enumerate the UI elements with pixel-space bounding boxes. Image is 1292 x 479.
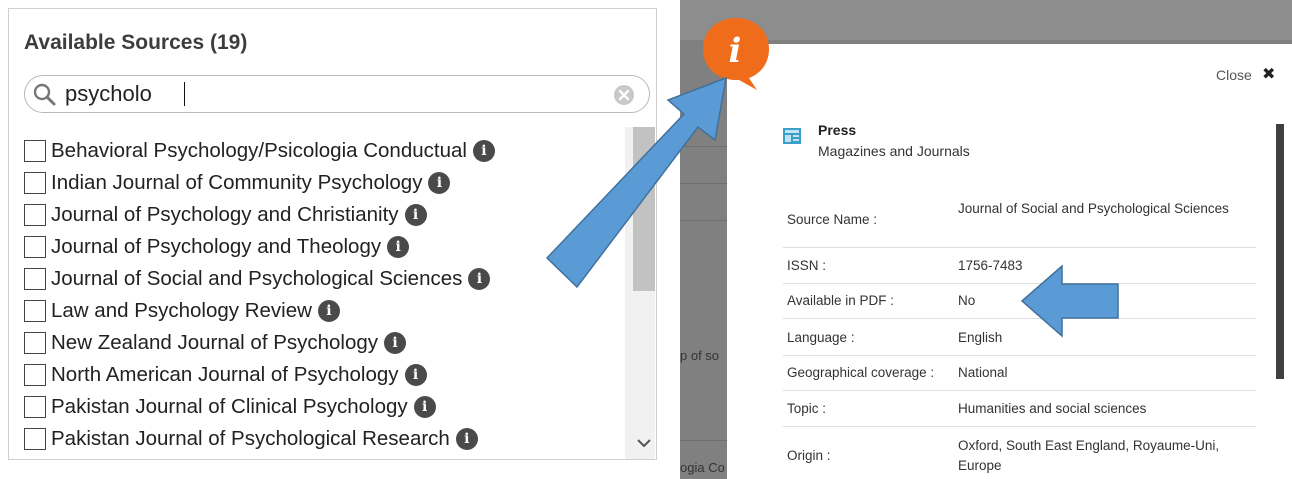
row-divider [783, 426, 1256, 427]
available-sources-panel: Available Sources (19) psycholo Behavior… [8, 8, 657, 460]
row-divider [783, 247, 1256, 248]
background-text: ogia Co [680, 460, 725, 475]
source-list: Behavioral Psychology/Psicologia Conduct… [24, 135, 624, 455]
info-icon[interactable]: i [404, 364, 427, 386]
info-icon[interactable]: i [472, 140, 495, 162]
search-icon [33, 83, 56, 106]
item-label: Journal of Social and Psychological Scie… [51, 267, 463, 290]
item-label: Law and Psychology Review [51, 299, 312, 322]
checkbox[interactable] [24, 140, 46, 162]
item-label: Pakistan Journal of Psychological Resear… [51, 427, 450, 450]
list-item[interactable]: Journal of Psychology and Theology i [24, 231, 624, 263]
list-item[interactable]: Indian Journal of Community Psychology i [24, 167, 624, 199]
origin-value: Oxford, South East England, Royaume-Uni,… [958, 438, 1220, 473]
clear-icon[interactable] [613, 84, 635, 106]
list-item[interactable]: Journal of Social and Psychological Scie… [24, 263, 624, 295]
background-text: p of so [680, 348, 720, 363]
info-icon[interactable]: i [387, 236, 410, 258]
coverage-label: Geographical coverage : [787, 365, 935, 380]
checkbox[interactable] [24, 364, 46, 386]
search-input[interactable]: psycholo [24, 75, 650, 113]
list-item[interactable]: Pakistan Journal of Psychological Resear… [24, 423, 624, 455]
text-caret [184, 82, 185, 106]
info-icon[interactable]: i [468, 268, 491, 290]
close-button-label[interactable]: Close [1216, 67, 1252, 83]
source-name-label: Source Name : [787, 212, 878, 227]
item-label: New Zealand Journal of Psychology [51, 331, 379, 354]
checkbox[interactable] [24, 236, 46, 258]
pdf-value: No [958, 293, 976, 308]
issn-label: ISSN : [787, 258, 827, 273]
list-item[interactable]: Journal of Psychology and Christianity i [24, 199, 624, 231]
newspaper-icon [783, 128, 801, 144]
checkbox[interactable] [24, 300, 46, 322]
bubble-glyph: i [729, 31, 742, 71]
press-title: Press [818, 122, 857, 138]
checkbox[interactable] [24, 172, 46, 194]
list-item[interactable]: Law and Psychology Review i [24, 295, 624, 327]
list-scrollbar[interactable] [625, 127, 655, 459]
row-divider [783, 390, 1256, 391]
language-label: Language : [787, 330, 855, 345]
item-label: North American Journal of Psychology [51, 363, 399, 386]
checkbox[interactable] [24, 332, 46, 354]
list-item[interactable]: Behavioral Psychology/Psicologia Conduct… [24, 135, 624, 167]
info-icon[interactable]: i [317, 300, 340, 322]
press-subtitle: Magazines and Journals [818, 143, 970, 159]
item-label: Journal of Psychology and Christianity [51, 203, 399, 226]
checkbox[interactable] [24, 204, 46, 226]
search-value[interactable]: psycholo [65, 82, 152, 106]
list-item[interactable]: Pakistan Journal of Clinical Psychology … [24, 391, 624, 423]
info-icon[interactable]: i [428, 172, 451, 194]
info-icon[interactable]: i [384, 332, 407, 354]
info-icon[interactable]: i [455, 428, 478, 450]
pdf-label: Available in PDF : [787, 293, 895, 308]
info-bubble-icon: i [703, 18, 769, 90]
issn-value: 1756-7483 [958, 258, 1023, 273]
row-divider [783, 318, 1256, 319]
item-label: Indian Journal of Community Psychology [51, 171, 423, 194]
scroll-thumb[interactable] [633, 127, 655, 291]
checkbox[interactable] [24, 396, 46, 418]
item-label: Behavioral Psychology/Psicologia Conduct… [51, 139, 467, 162]
language-value: English [958, 330, 1003, 345]
chevron-down-icon[interactable] [633, 435, 655, 453]
checkbox[interactable] [24, 268, 46, 290]
panel-title: Available Sources (19) [24, 31, 248, 54]
info-icon[interactable]: i [413, 396, 436, 418]
close-icon[interactable]: ✖ [1262, 64, 1275, 84]
origin-label: Origin : [787, 448, 831, 463]
coverage-value: National [958, 365, 1008, 380]
checkbox[interactable] [24, 428, 46, 450]
list-item[interactable]: North American Journal of Psychology i [24, 359, 624, 391]
info-icon[interactable]: i [404, 204, 427, 226]
list-item[interactable]: New Zealand Journal of Psychology i [24, 327, 624, 359]
item-label: Journal of Psychology and Theology [51, 235, 382, 258]
row-divider [783, 283, 1256, 284]
modal-scrollbar[interactable] [1276, 124, 1284, 379]
topic-value: Humanities and social sciences [958, 401, 1147, 416]
row-divider [783, 355, 1256, 356]
topic-label: Topic : [787, 401, 827, 416]
source-name-value: Journal of Social and Psychological Scie… [958, 201, 1229, 216]
item-label: Pakistan Journal of Clinical Psychology [51, 395, 408, 418]
